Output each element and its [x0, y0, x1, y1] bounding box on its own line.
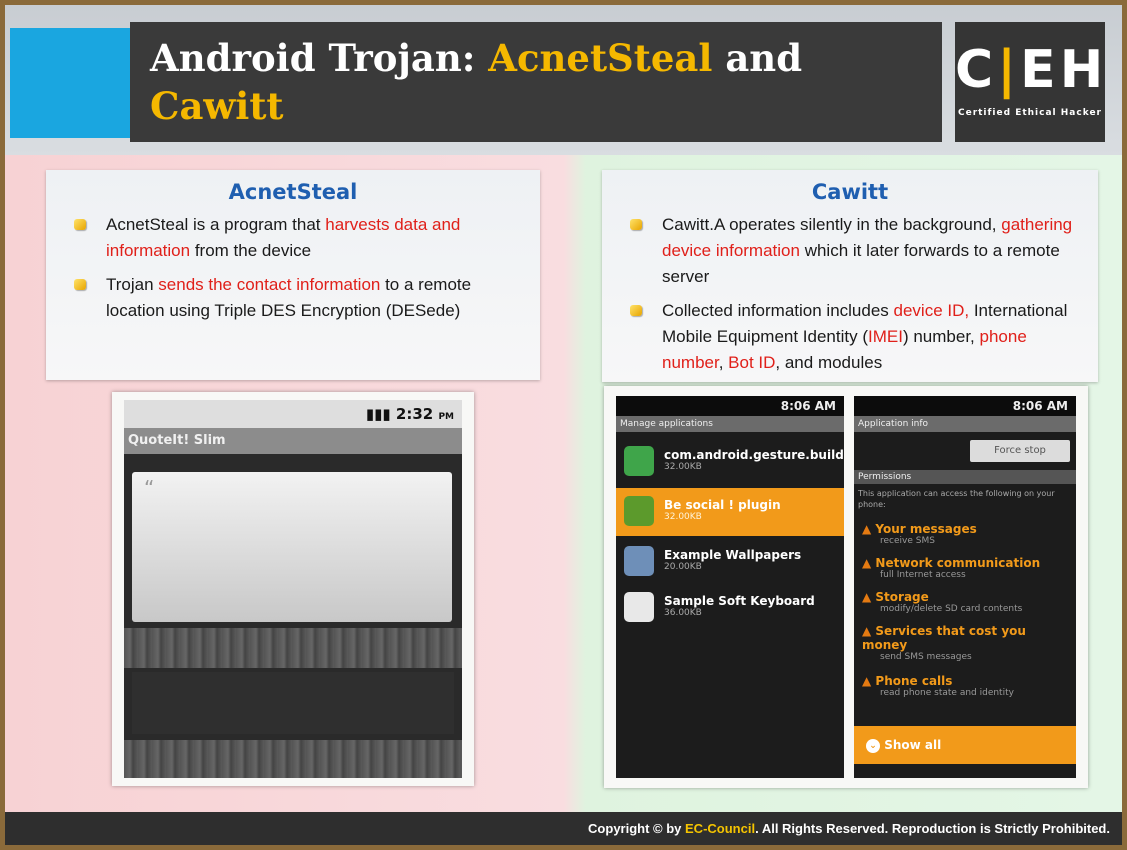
bullet-icon	[630, 219, 642, 230]
dark-panel	[132, 672, 454, 734]
app-icon	[624, 496, 654, 526]
permission-item: ▲ Network communication full Internet acc…	[862, 556, 1041, 580]
list-item[interactable]: Sample Soft Keyboard 36.00KB	[616, 584, 844, 632]
ec-council-brand: EC-Council	[685, 821, 756, 836]
permission-item: ▲ Your messages receive SMS	[862, 522, 977, 546]
warning-icon: ▲	[862, 674, 876, 688]
status-bar: ▮▮▮ 2:32 PM	[124, 400, 462, 428]
permission-item: ▲ Storage modify/delete SD card contents	[862, 590, 1023, 614]
ceh-logo: C|EH Certified Ethical Hacker	[955, 22, 1105, 142]
status-bar: 8:06 AM	[854, 396, 1076, 416]
wood-strip-bottom	[124, 740, 462, 778]
cawitt-bullet-1: Cawitt.A operates silently in the backgr…	[630, 212, 1086, 290]
wood-strip	[124, 628, 462, 668]
cawitt-screenshot: 8:06 AM Manage applications com.android.…	[604, 386, 1088, 788]
footer-copyright: Copyright © by EC-Council. All Rights Re…	[5, 812, 1122, 845]
cawitt-heading: Cawitt	[811, 180, 889, 204]
list-item[interactable]: Be social ! plugin 32.00KB	[616, 488, 844, 536]
acnetsteal-heading: AcnetSteal	[228, 180, 358, 204]
phone-screen-application-info: 8:06 AM Application info Force stop Perm…	[854, 396, 1076, 778]
warning-icon: ▲	[862, 522, 876, 536]
bullet-icon	[630, 305, 642, 316]
app-title-bar: QuoteIt! Slim	[124, 428, 462, 454]
permissions-intro: This application can access the followin…	[858, 489, 1055, 509]
status-bar: 8:06 AM	[616, 396, 844, 416]
signal-icon: ▮▮▮	[365, 405, 396, 423]
warning-icon: ▲	[862, 556, 876, 570]
acnetsteal-panel: AcnetSteal AcnetSteal is a program that …	[46, 170, 540, 380]
permission-item: ▲ Services that cost you money send SMS m…	[862, 624, 1026, 662]
phone-screen-quoteit: ▮▮▮ 2:32 PM QuoteIt! Slim “	[124, 400, 462, 778]
phone-screen-manage-apps: 8:06 AM Manage applications com.android.…	[616, 396, 844, 778]
slide-title: Android Trojan: AcnetSteal and Cawitt	[150, 36, 803, 128]
chevron-down-icon: ⌄	[866, 738, 880, 753]
manage-apps-title: Manage applications	[616, 416, 844, 432]
list-item[interactable]: com.android.gesture.builder 32.00KB	[616, 438, 844, 486]
app-icon	[624, 592, 654, 622]
warning-icon: ▲	[862, 590, 876, 604]
force-stop-button[interactable]: Force stop	[970, 440, 1070, 462]
acnetsteal-bullet-2: Trojan sends the contact information to …	[74, 272, 528, 324]
acnetsteal-screenshot: ▮▮▮ 2:32 PM QuoteIt! Slim “	[112, 392, 474, 786]
application-info-title: Application info	[854, 416, 1076, 432]
permission-item: ▲ Phone calls read phone state and identi…	[862, 674, 1014, 698]
show-all-button[interactable]: ⌄ Show all	[854, 726, 1076, 764]
bullet-icon	[74, 219, 86, 230]
quote-text-area[interactable]: “	[132, 472, 452, 622]
warning-icon: ▲	[862, 624, 876, 638]
cawitt-bullet-2: Collected information includes device ID…	[630, 298, 1086, 376]
header-accent-block	[10, 28, 130, 138]
title-highlight-cawitt: Cawitt	[150, 84, 284, 128]
app-icon	[624, 546, 654, 576]
acnetsteal-bullet-1: AcnetSteal is a program that harvests da…	[74, 212, 528, 264]
bullet-icon	[74, 279, 86, 290]
app-icon	[624, 446, 654, 476]
list-item[interactable]: Example Wallpapers 20.00KB	[616, 538, 844, 586]
logo-divider-icon: |	[997, 40, 1021, 100]
permissions-header: Permissions	[854, 470, 1076, 484]
cawitt-panel: Cawitt Cawitt.A operates silently in the…	[602, 170, 1098, 382]
title-highlight-acnetsteal: AcnetSteal	[488, 36, 713, 80]
